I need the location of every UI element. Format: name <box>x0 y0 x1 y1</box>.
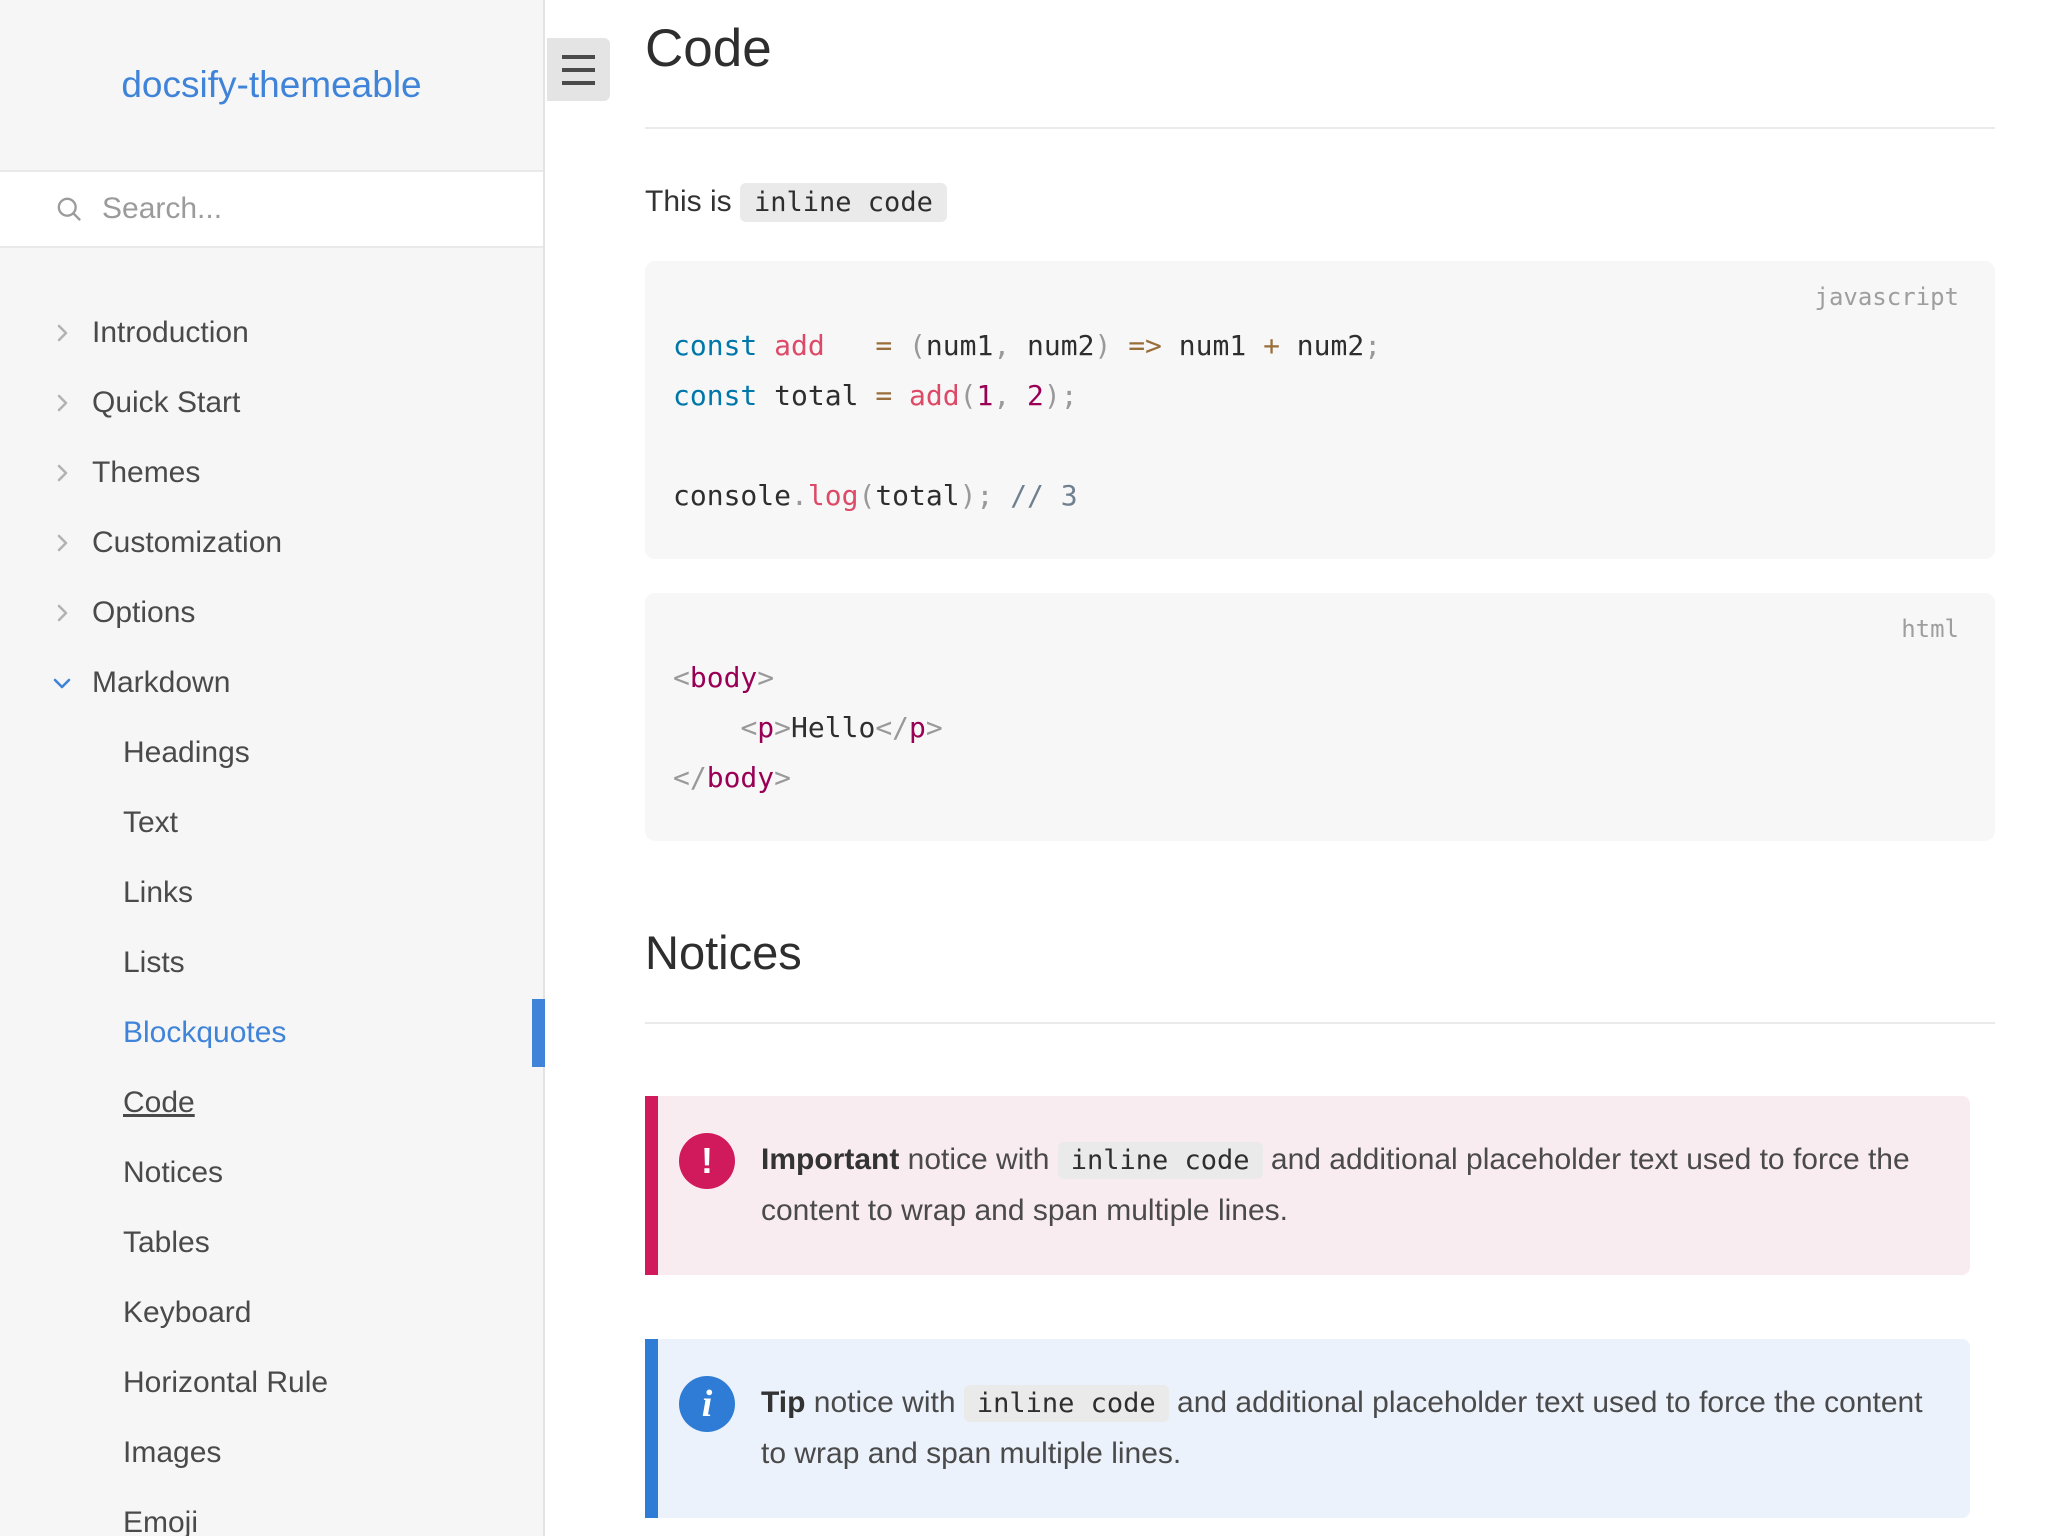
search-bar[interactable] <box>0 170 543 248</box>
code-blocks: javascript const add = (num1, num2) => nu… <box>645 261 1995 841</box>
code-language-label: javascript <box>1814 283 1960 311</box>
sidebar-item-label: Introduction <box>92 316 249 349</box>
sidebar-item-links[interactable]: Links <box>0 858 543 928</box>
sidebar-item-lists[interactable]: Lists <box>0 928 543 998</box>
sidebar-item-label: Headings <box>123 736 250 769</box>
sidebar-item-label: Notices <box>123 1156 224 1189</box>
sidebar-nav: Introduction Quick Start Themes Customizati… <box>0 248 545 1536</box>
inline-code-chip: inline code <box>963 1385 1169 1422</box>
sidebar-item-label: Horizontal Rule <box>123 1366 329 1399</box>
sidebar-item-label: Customization <box>92 526 283 559</box>
sidebar-item-themes[interactable]: Themes <box>0 438 543 508</box>
sidebar-item-blockquotes[interactable]: Blockquotes <box>0 998 545 1068</box>
code-line: console.log(total); // 3 <box>673 479 1078 512</box>
hamburger-icon <box>562 54 595 59</box>
intro-paragraph: This is inline code <box>645 183 1995 222</box>
article: Code This is inline code javascript const… <box>645 0 1995 1518</box>
sidebar-item-label: Emoji <box>123 1506 199 1536</box>
sidebar-item-label: Options <box>92 596 196 629</box>
chevron-right-icon <box>57 604 68 622</box>
sidebar-item-headings[interactable]: Headings <box>0 718 543 788</box>
main-content: Code This is inline code javascript const… <box>547 0 2048 1536</box>
sidebar-item-quick-start[interactable]: Quick Start <box>0 368 543 438</box>
sidebar-item-emoji[interactable]: Emoji <box>0 1488 543 1536</box>
search-icon <box>57 197 81 221</box>
sidebar-item-label: Images <box>123 1436 222 1469</box>
sidebar-item-label: Links <box>123 876 194 909</box>
divider <box>645 127 1995 129</box>
sidebar-item-label: Themes <box>92 456 201 489</box>
code-language-label: html <box>1901 615 1959 643</box>
sidebar-toggle-button[interactable] <box>547 38 610 101</box>
chevron-right-icon <box>57 324 68 342</box>
sidebar-item-label: Markdown <box>92 666 231 699</box>
section-title-notices[interactable]: Notices <box>645 929 1995 976</box>
inline-code-chip: inline code <box>1057 1142 1263 1179</box>
sidebar-item-introduction[interactable]: Introduction <box>0 298 543 368</box>
code-line: <p>Hello</p> <box>740 711 943 744</box>
notice-important: ! Important notice with inline code and a… <box>645 1096 1970 1275</box>
sidebar-item-label: Quick Start <box>92 386 241 419</box>
sidebar-item-label: Blockquotes <box>123 1016 287 1049</box>
exclamation-icon: ! <box>679 1133 735 1189</box>
code-content: const add = (num1, num2) => num1 + num2;… <box>673 321 1959 521</box>
info-icon: i <box>679 1376 735 1432</box>
sidebar-item-keyboard[interactable]: Keyboard <box>0 1278 543 1348</box>
notices: ! Important notice with inline code and a… <box>645 1096 1995 1518</box>
sidebar-item-options[interactable]: Options <box>0 578 543 648</box>
sidebar-item-label: Keyboard <box>123 1296 252 1329</box>
inline-code-chip: inline code <box>740 183 947 222</box>
chevron-right-icon <box>57 394 68 412</box>
sidebar-item-code[interactable]: Code <box>0 1068 543 1138</box>
code-content: <body> <p>Hello</p> </body> <box>673 653 1959 803</box>
sidebar-item-label: Code <box>123 1086 195 1119</box>
sidebar: docsify-themeable Introduction Quick Star… <box>0 0 545 1536</box>
notice-text: Tip notice with inline code and addition… <box>761 1385 1923 1470</box>
sidebar-item-customization[interactable]: Customization <box>0 508 543 578</box>
sidebar-item-images[interactable]: Images <box>0 1418 543 1488</box>
code-block-javascript: javascript const add = (num1, num2) => nu… <box>645 261 1995 559</box>
chevron-right-icon <box>57 534 68 552</box>
sidebar-item-label: Lists <box>123 946 185 979</box>
chevron-down-icon <box>53 678 71 689</box>
code-block-html: html <body> <p>Hello</p> </body> <box>645 593 1995 841</box>
sidebar-item-label: Tables <box>123 1226 210 1259</box>
chevron-right-icon <box>57 464 68 482</box>
notice-tip: i Tip notice with inline code and additio… <box>645 1339 1970 1518</box>
code-line: const total = add(1, 2); <box>673 379 1078 412</box>
code-line: const add = (num1, num2) => num1 + num2; <box>673 329 1382 362</box>
notice-text: Important notice with inline code and ad… <box>761 1142 1910 1227</box>
code-line: <body> <box>673 661 775 694</box>
search-input[interactable] <box>102 192 482 226</box>
sidebar-item-text[interactable]: Text <box>0 788 543 858</box>
sidebar-item-markdown[interactable]: Markdown <box>0 648 543 718</box>
intro-text: This is <box>645 185 741 218</box>
code-line: </body> <box>673 761 792 794</box>
page-title[interactable]: Code <box>645 22 1995 75</box>
app-logo[interactable]: docsify-themeable <box>0 0 543 170</box>
sidebar-item-notices[interactable]: Notices <box>0 1138 543 1208</box>
sidebar-item-horizontal-rule[interactable]: Horizontal Rule <box>0 1348 543 1418</box>
sidebar-item-label: Text <box>123 806 179 839</box>
divider <box>645 1022 1995 1024</box>
sidebar-item-tables[interactable]: Tables <box>0 1208 543 1278</box>
